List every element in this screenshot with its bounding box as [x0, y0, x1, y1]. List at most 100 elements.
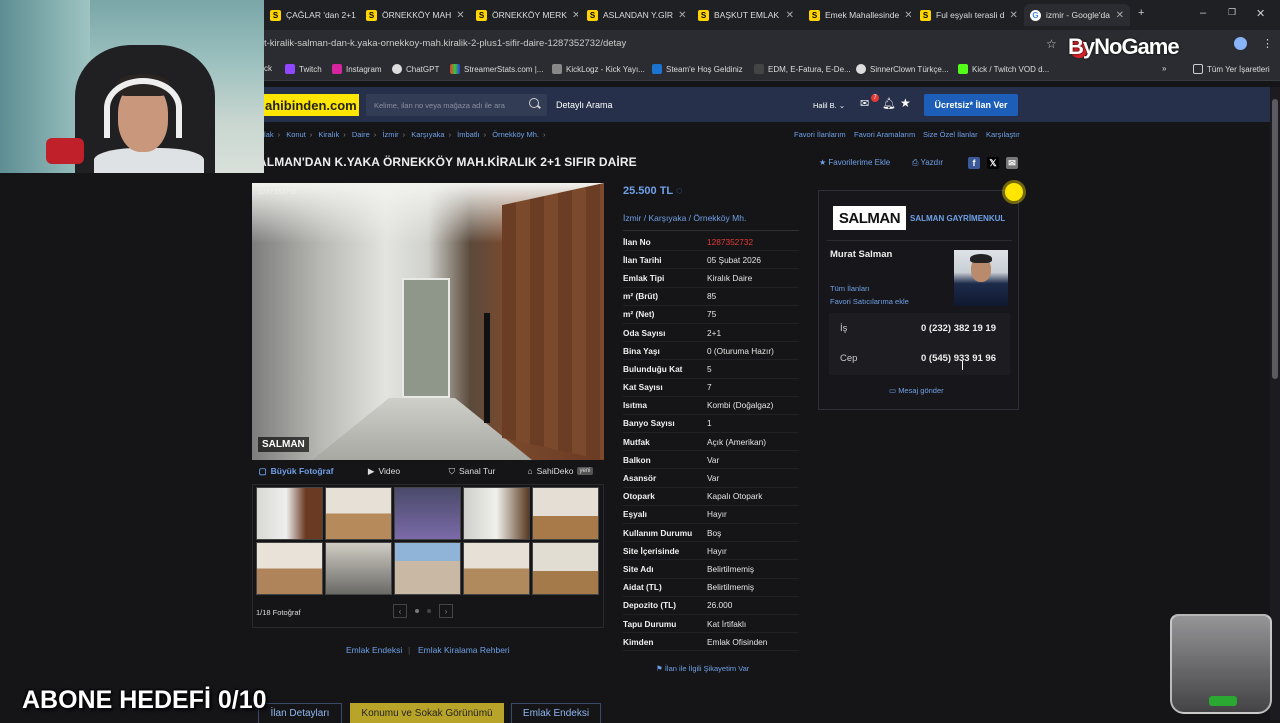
main-photo[interactable]: 1287352732 SALMAN — [252, 183, 604, 460]
print-button[interactable]: ⎙ Yazdır — [912, 158, 943, 168]
breadcrumb-item[interactable]: İmbatlı — [457, 130, 480, 139]
location-link[interactable]: Karşıyaka — [649, 213, 687, 223]
tab-listing-details[interactable]: İlan Detayları — [258, 703, 342, 723]
menu-icon[interactable]: ⋮ — [1262, 37, 1273, 50]
report-listing-link[interactable]: ⚑ İlan ile İlgili Şikayetim Var — [656, 664, 749, 673]
close-icon[interactable]: ✕ — [1116, 10, 1124, 21]
breadcrumb-item[interactable]: lak — [264, 130, 274, 139]
detailed-search-link[interactable]: Detaylı Arama — [556, 100, 613, 110]
browser-tab[interactable]: S ÖRNEKKÖY MAH ✕ — [360, 4, 468, 26]
browser-tab[interactable]: S Emek Mahallesinde ✕ — [803, 4, 911, 26]
browser-tab[interactable]: S BAŞKUT EMLAK ✕ — [692, 4, 800, 26]
search-input[interactable]: Kelime, ilan no veya mağaza adı ile ara — [366, 94, 547, 116]
browser-tab-active[interactable]: Gizmir - Google'da ✕ — [1024, 4, 1130, 26]
thumbnail[interactable] — [256, 542, 323, 595]
seller-logo[interactable]: SALMAN — [833, 206, 906, 230]
thumbnail[interactable] — [394, 542, 461, 595]
search-icon[interactable] — [529, 98, 539, 108]
bookmark[interactable]: KickLogz - Kick Yayı... — [552, 64, 645, 74]
breadcrumb-item[interactable]: İzmir — [382, 130, 398, 139]
favorite-searches-link[interactable]: Favori Aramalarım — [854, 130, 915, 139]
tab-video[interactable]: ▶ Video — [340, 462, 428, 480]
url-text[interactable]: t-kiralik-salman-dan-k.yaka-ornekkoy-mah… — [264, 38, 626, 49]
thumbnail[interactable] — [325, 542, 392, 595]
browser-tab[interactable]: S Ful eşyalı terasli d ✕ — [914, 4, 1022, 26]
tab-sahideko[interactable]: ⌂ SahiDeko yeni — [516, 462, 604, 480]
bell-icon[interactable]: 🔔︎ — [882, 97, 896, 110]
post-listing-button[interactable]: Ücretsiz* İlan Ver — [924, 94, 1018, 116]
bookmark[interactable]: Kick / Twitch VOD d... — [958, 64, 1049, 74]
bookmark[interactable]: EDM, E-Fatura, E-De... — [754, 64, 851, 74]
profile-icon[interactable] — [1234, 37, 1247, 50]
bookmark[interactable]: StreamerStats.com |... — [450, 64, 543, 74]
info-icon[interactable]: ◌ — [676, 185, 683, 197]
compare-link[interactable]: Karşılaştır — [986, 130, 1020, 139]
all-bookmarks-button[interactable]: Tüm Yer İşaretleri — [1193, 64, 1270, 74]
breadcrumb-item[interactable]: Karşıyaka — [411, 130, 444, 139]
chevron-right-icon[interactable]: › — [439, 604, 453, 618]
facebook-icon[interactable]: f — [968, 157, 980, 169]
close-icon[interactable]: ✕ — [904, 10, 911, 21]
bookmark[interactable]: ChatGPT — [392, 64, 439, 74]
tab-location-street-view[interactable]: Konumu ve Sokak Görünümü — [350, 703, 504, 723]
browser-tab[interactable]: S ASLANDAN Y.GİR ✕ — [581, 4, 689, 26]
browser-tab[interactable]: S ÖRNEKKÖY MERK ✕ — [470, 4, 578, 26]
star-icon[interactable]: ☆ — [1046, 37, 1057, 51]
thumbnail[interactable] — [532, 487, 599, 540]
site-logo[interactable]: ahibinden.com — [264, 94, 359, 116]
thumbnail[interactable] — [463, 487, 530, 540]
play-icon: ▶ — [367, 465, 375, 476]
x-icon[interactable]: 𝕏 — [987, 157, 999, 169]
breadcrumb-item[interactable]: Kiralık — [318, 130, 339, 139]
bookmark[interactable]: Steam'e Hoş Geldiniz — [652, 64, 743, 74]
detail-row: Bina Yaşı 0 (Oturuma Hazır) — [623, 342, 799, 361]
pager-dot[interactable] — [427, 609, 431, 613]
detail-row: Banyo Sayısı 1 — [623, 415, 799, 434]
detail-row: Aidat (TL) Belirtilmemiş — [623, 579, 799, 597]
location-link[interactable]: Örnekköy Mh. — [693, 213, 746, 223]
pager-dot[interactable] — [415, 609, 419, 613]
bookmark[interactable]: SinnerClown Türkçe... — [856, 64, 949, 74]
seller-firm-link[interactable]: SALMAN GAYRİMENKUL — [910, 214, 1005, 223]
send-message-button[interactable]: ▭ Mesaj gönder — [889, 386, 944, 395]
thumbnail[interactable] — [325, 487, 392, 540]
real-estate-index-link[interactable]: Emlak Endeksi — [346, 645, 402, 655]
thumbnail[interactable] — [463, 542, 530, 595]
close-icon[interactable]: ✕ — [678, 10, 686, 21]
thumbnail[interactable] — [394, 487, 461, 540]
thumbnail[interactable] — [532, 542, 599, 595]
browser-tab[interactable]: SÇAĞLAR 'dan 2+1✕ — [264, 4, 358, 26]
tab-virtual-tour[interactable]: ⛉ Sanal Tur — [428, 462, 516, 480]
bookmark[interactable]: Twitch — [285, 64, 322, 74]
tab-large-photo[interactable]: ▢ Büyük Fotoğraf — [252, 462, 340, 480]
rental-guide-link[interactable]: Emlak Kiralama Rehberi — [418, 645, 510, 655]
close-icon[interactable]: ✕ — [1010, 10, 1018, 21]
close-icon[interactable]: ✕ — [786, 10, 794, 21]
tab-real-estate-index[interactable]: Emlak Endeksi — [511, 703, 601, 723]
thumbnail[interactable] — [256, 487, 323, 540]
scrollbar-thumb[interactable] — [1272, 99, 1278, 379]
user-menu[interactable]: Halil B. ⌄ — [813, 101, 845, 110]
new-tab-button[interactable]: + — [1138, 7, 1144, 19]
all-listings-link[interactable]: Tüm İlanları — [830, 284, 870, 293]
location-link[interactable]: İzmir — [623, 213, 641, 223]
favorite-seller-link[interactable]: Favori Satıcılarıma ekle — [830, 297, 909, 306]
add-favorite-button[interactable]: ★ Favorilerime Ekle — [819, 158, 890, 167]
close-icon[interactable]: ✕ — [456, 10, 464, 21]
star-icon[interactable]: ★ — [900, 96, 911, 110]
breadcrumb-item[interactable]: Örnekköy Mh. — [492, 130, 539, 139]
breadcrumb-item[interactable]: Konut — [286, 130, 306, 139]
mail-icon[interactable]: ✉ — [860, 97, 869, 110]
favorite-listings-link[interactable]: Favori İlanlarım — [794, 130, 846, 139]
personalized-listings-link[interactable]: Size Özel İlanlar — [923, 130, 978, 139]
more-bookmarks-button[interactable]: » — [1162, 64, 1166, 73]
minimize-icon[interactable]: – — [1200, 7, 1206, 19]
email-share-icon[interactable]: ✉ — [1006, 157, 1018, 169]
close-icon[interactable]: ✕ — [572, 10, 578, 21]
close-window-icon[interactable]: ✕ — [1256, 7, 1265, 20]
bookmark[interactable]: ck — [264, 64, 272, 73]
maximize-icon[interactable]: ❐ — [1228, 7, 1236, 18]
bookmark[interactable]: Instagram — [332, 64, 382, 74]
chevron-left-icon[interactable]: ‹ — [393, 604, 407, 618]
breadcrumb-item[interactable]: Daire — [352, 130, 370, 139]
